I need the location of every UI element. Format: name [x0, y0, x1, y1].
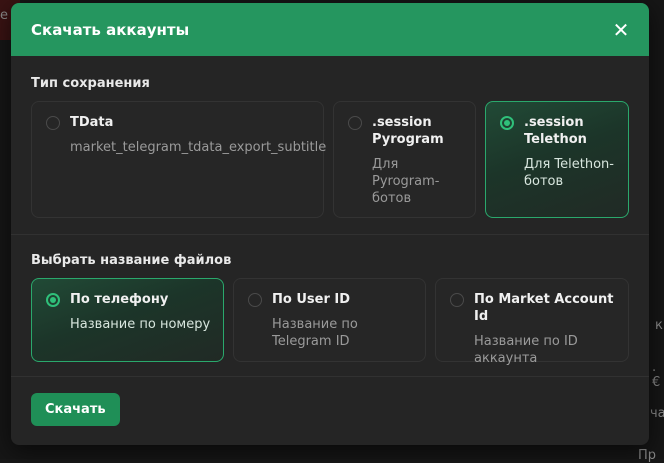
radio-icon[interactable] [46, 116, 60, 130]
modal-header: Скачать аккаунты ✕ [11, 3, 649, 56]
option-subtitle: Для Pyrogram-ботов [372, 157, 440, 206]
option-session-telethon[interactable]: .session Telethon Для Telethon-ботов [485, 101, 629, 218]
option-title: .session Pyrogram [372, 115, 444, 147]
option-title: TData [70, 115, 114, 130]
option-tdata[interactable]: TData market_telegram_tdata_export_subti… [31, 101, 327, 218]
option-by-phone[interactable]: По телефону Название по номеру [31, 278, 224, 362]
option-title: По телефону [70, 292, 169, 307]
option-session-pyrogram[interactable]: .session Pyrogram Для Pyrogram-ботов [333, 101, 476, 218]
close-icon[interactable]: ✕ [611, 20, 631, 40]
option-title: .session Telethon [524, 115, 587, 147]
modal-title: Скачать аккаунты [31, 20, 190, 39]
background-text-fragment: к [655, 318, 663, 333]
save-type-section: Тип сохранения TData market_telegram_tda… [11, 56, 649, 234]
option-title: По User ID [272, 292, 351, 307]
download-button[interactable]: Скачать [31, 393, 120, 426]
modal-footer: Скачать [11, 377, 649, 426]
download-accounts-modal: Скачать аккаунты ✕ Тип сохранения TData … [11, 3, 649, 445]
background-text-fragment: Пр [638, 448, 657, 463]
save-type-options: TData market_telegram_tdata_export_subti… [31, 101, 629, 218]
background-text-fragment: .€ [652, 360, 661, 390]
radio-icon[interactable] [248, 293, 262, 307]
file-name-options: По телефону Название по номеру По User I… [31, 278, 629, 366]
radio-icon[interactable] [348, 116, 362, 130]
option-title: По Market Account Id [474, 292, 614, 324]
radio-selected-icon[interactable] [500, 116, 514, 130]
save-type-label: Тип сохранения [31, 76, 150, 91]
option-subtitle: market_telegram_tdata_export_subtitle [70, 140, 327, 155]
radio-selected-icon[interactable] [46, 293, 60, 307]
file-name-section: Выбрать название файлов По телефону Назв… [11, 235, 649, 376]
option-by-market-account-id[interactable]: По Market Account Id Название по ID акка… [435, 278, 629, 366]
option-subtitle: Для Telethon-ботов [524, 157, 614, 189]
option-subtitle: Название по Telegram ID [272, 317, 358, 349]
background-text-fragment: е [0, 8, 8, 23]
radio-icon[interactable] [450, 293, 464, 307]
file-name-label: Выбрать название файлов [31, 253, 232, 268]
background-text-fragment: ча [650, 406, 664, 421]
option-subtitle: Название по ID аккаунта [474, 334, 578, 366]
option-subtitle: Название по номеру [70, 317, 211, 332]
option-by-user-id[interactable]: По User ID Название по Telegram ID [233, 278, 426, 362]
